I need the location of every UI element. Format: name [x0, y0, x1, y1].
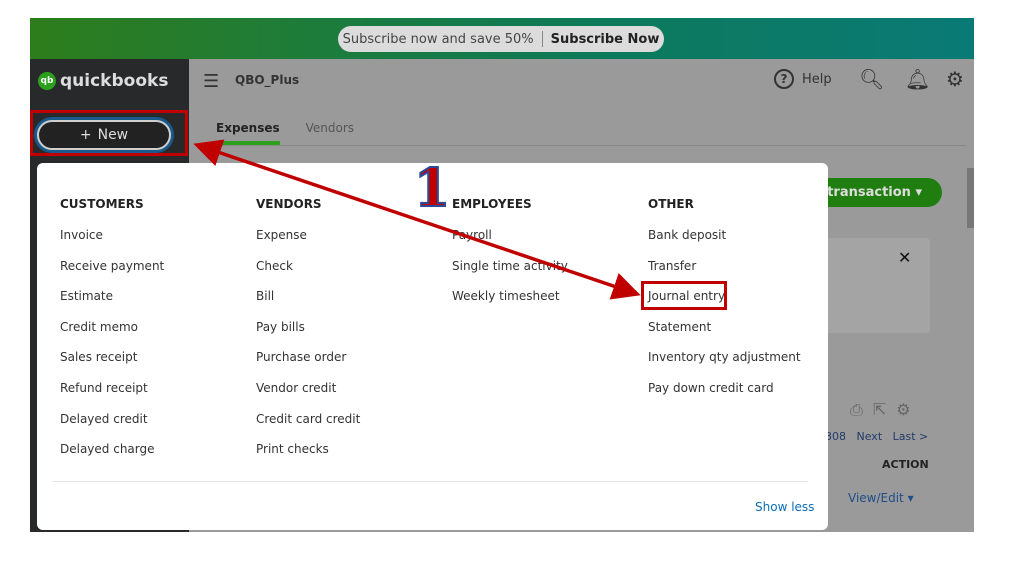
annotation-arrow — [193, 139, 641, 300]
